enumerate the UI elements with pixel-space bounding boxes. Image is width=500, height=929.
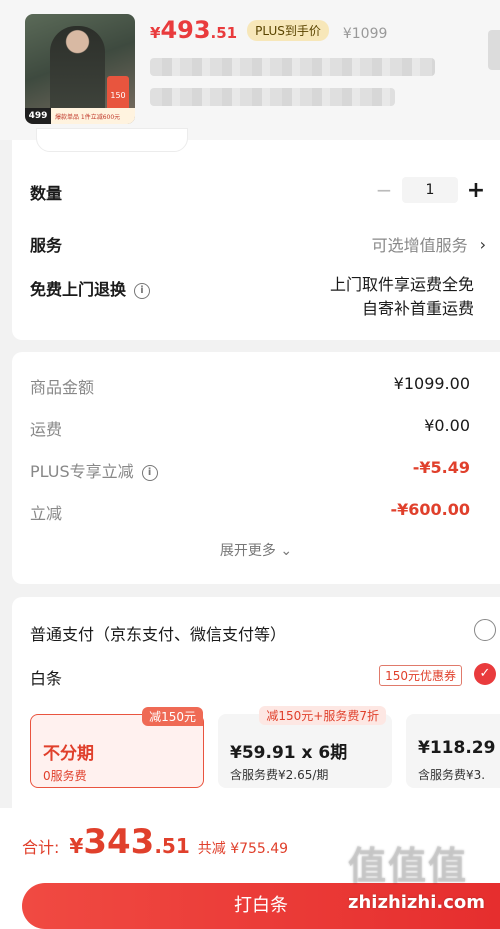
quantity-stepper: − 1 + bbox=[374, 177, 486, 203]
service-selector[interactable]: 可选增值服务 › bbox=[372, 232, 486, 256]
total-integer: 343 bbox=[83, 822, 155, 862]
summary-value: -¥600.00 bbox=[390, 500, 470, 519]
summary-label: PLUS专享立减 bbox=[30, 462, 134, 481]
thumb-strip-text: 爆款单品 1件立减600元 bbox=[55, 113, 121, 121]
next-panel-edge bbox=[488, 30, 500, 70]
baitiao-label[interactable]: 白条 bbox=[30, 665, 62, 689]
summary-value: ¥1099.00 bbox=[393, 374, 470, 393]
product-thumbnail[interactable]: 150 499 爆款单品 1件立减600元 bbox=[25, 14, 135, 124]
site-watermark: 值值值 zhizhizhi.com bbox=[348, 846, 485, 914]
service-label: 服务 bbox=[30, 236, 63, 255]
watermark-url: zhizhizhi.com bbox=[348, 892, 486, 913]
summary-label: 运费 bbox=[30, 420, 63, 439]
plan-title: ¥118.29 x bbox=[418, 738, 500, 758]
return-text-line2: 自寄补首重运费 bbox=[361, 299, 474, 318]
free-return-description: 上门取件享运费全免 自寄补首重运费 bbox=[330, 273, 474, 321]
product-title-blurred bbox=[150, 58, 435, 76]
chevron-right-icon: › bbox=[479, 234, 486, 254]
plan-discount-tag: 减150元+服务费7折 bbox=[259, 706, 386, 725]
free-return-label: 免费上门退换 bbox=[30, 280, 127, 299]
spec-selector-chip[interactable] bbox=[36, 128, 188, 152]
plan-fee: 含服务费¥2.65/期 bbox=[230, 768, 329, 782]
installment-plan-6[interactable]: 减150元+服务费7折 ¥59.91 x 6期 含服务费¥2.65/期 bbox=[218, 706, 392, 788]
quantity-label: 数量 bbox=[30, 184, 63, 203]
thumb-price: 499 bbox=[25, 108, 51, 124]
baitiao-radio-checked-icon[interactable]: ✓ bbox=[474, 663, 496, 685]
summary-row-plus-discount: PLUS专享立减 i -¥5.49 bbox=[30, 458, 470, 482]
plan-title: 不分期 bbox=[43, 744, 94, 764]
expand-more-button[interactable]: 展开更多 ⌄ bbox=[12, 540, 500, 560]
normal-payment-label[interactable]: 普通支付（京东支付、微信支付等） bbox=[30, 621, 286, 645]
payment-method-card: 普通支付（京东支付、微信支付等） 白条 150元优惠券 ✓ 减150元 不分期 … bbox=[12, 597, 500, 829]
service-value: 可选增值服务 bbox=[371, 236, 468, 255]
summary-row-goods: 商品金额 ¥1099.00 bbox=[30, 374, 470, 398]
price-row: ¥493.51 PLUS到手价 ¥1099 bbox=[150, 16, 387, 44]
order-total: 合计: ¥ 343 .51 共减 ¥755.49 bbox=[22, 822, 288, 862]
installment-plan-3[interactable]: ¥118.29 x 含服务费¥3. bbox=[406, 714, 500, 788]
total-saving: 共减 ¥755.49 bbox=[197, 841, 289, 857]
summary-value: -¥5.49 bbox=[412, 458, 470, 477]
quantity-plus-button[interactable]: + bbox=[466, 178, 486, 203]
order-options-card: 数量 − 1 + 服务 可选增值服务 › 免费上门退换 i 上门取件享运费全免 自… bbox=[12, 128, 500, 340]
plan-fee: 0服务费 bbox=[43, 769, 87, 783]
total-decimal: .51 bbox=[154, 834, 190, 858]
summary-row-discount: 立减 -¥600.00 bbox=[30, 500, 470, 524]
plan-title: ¥59.91 x 6期 bbox=[230, 743, 348, 763]
total-label: 合计: bbox=[22, 838, 60, 857]
thumb-price-strip: 499 爆款单品 1件立减600元 bbox=[25, 108, 135, 124]
info-icon[interactable]: i bbox=[141, 464, 158, 481]
quantity-minus-button[interactable]: − bbox=[374, 178, 394, 202]
plus-price-badge: PLUS到手价 bbox=[247, 20, 329, 41]
price-summary-card: 商品金额 ¥1099.00 运费 ¥0.00 PLUS专享立减 i -¥5.49 … bbox=[12, 352, 500, 584]
plan-discount-tag: 减150元 bbox=[142, 707, 203, 726]
plus-price: ¥493.51 bbox=[150, 16, 238, 44]
product-spec-blurred bbox=[150, 88, 395, 106]
info-icon[interactable]: i bbox=[134, 282, 151, 299]
original-price: ¥1099 bbox=[342, 26, 388, 42]
summary-label: 立减 bbox=[30, 504, 63, 523]
quantity-input[interactable]: 1 bbox=[402, 177, 458, 203]
coupon-tag[interactable]: 150元优惠券 bbox=[379, 665, 462, 686]
installment-plan-none[interactable]: 减150元 不分期 0服务费 bbox=[30, 707, 204, 788]
plan-fee: 含服务费¥3. bbox=[418, 768, 486, 782]
product-header: 150 499 爆款单品 1件立减600元 ¥493.51 PLUS到手价 ¥1… bbox=[0, 0, 500, 140]
watermark-logo: 值值值 bbox=[348, 844, 469, 888]
summary-value: ¥0.00 bbox=[424, 416, 470, 435]
free-return-row: 免费上门退换 i bbox=[30, 276, 151, 300]
summary-row-shipping: 运费 ¥0.00 bbox=[30, 416, 470, 440]
return-text-line1: 上门取件享运费全免 bbox=[329, 275, 474, 294]
total-currency: ¥ bbox=[69, 834, 84, 858]
normal-payment-radio[interactable] bbox=[474, 619, 496, 641]
summary-label: 商品金额 bbox=[30, 378, 95, 397]
summary-label-wrap: PLUS专享立减 i bbox=[30, 458, 158, 482]
